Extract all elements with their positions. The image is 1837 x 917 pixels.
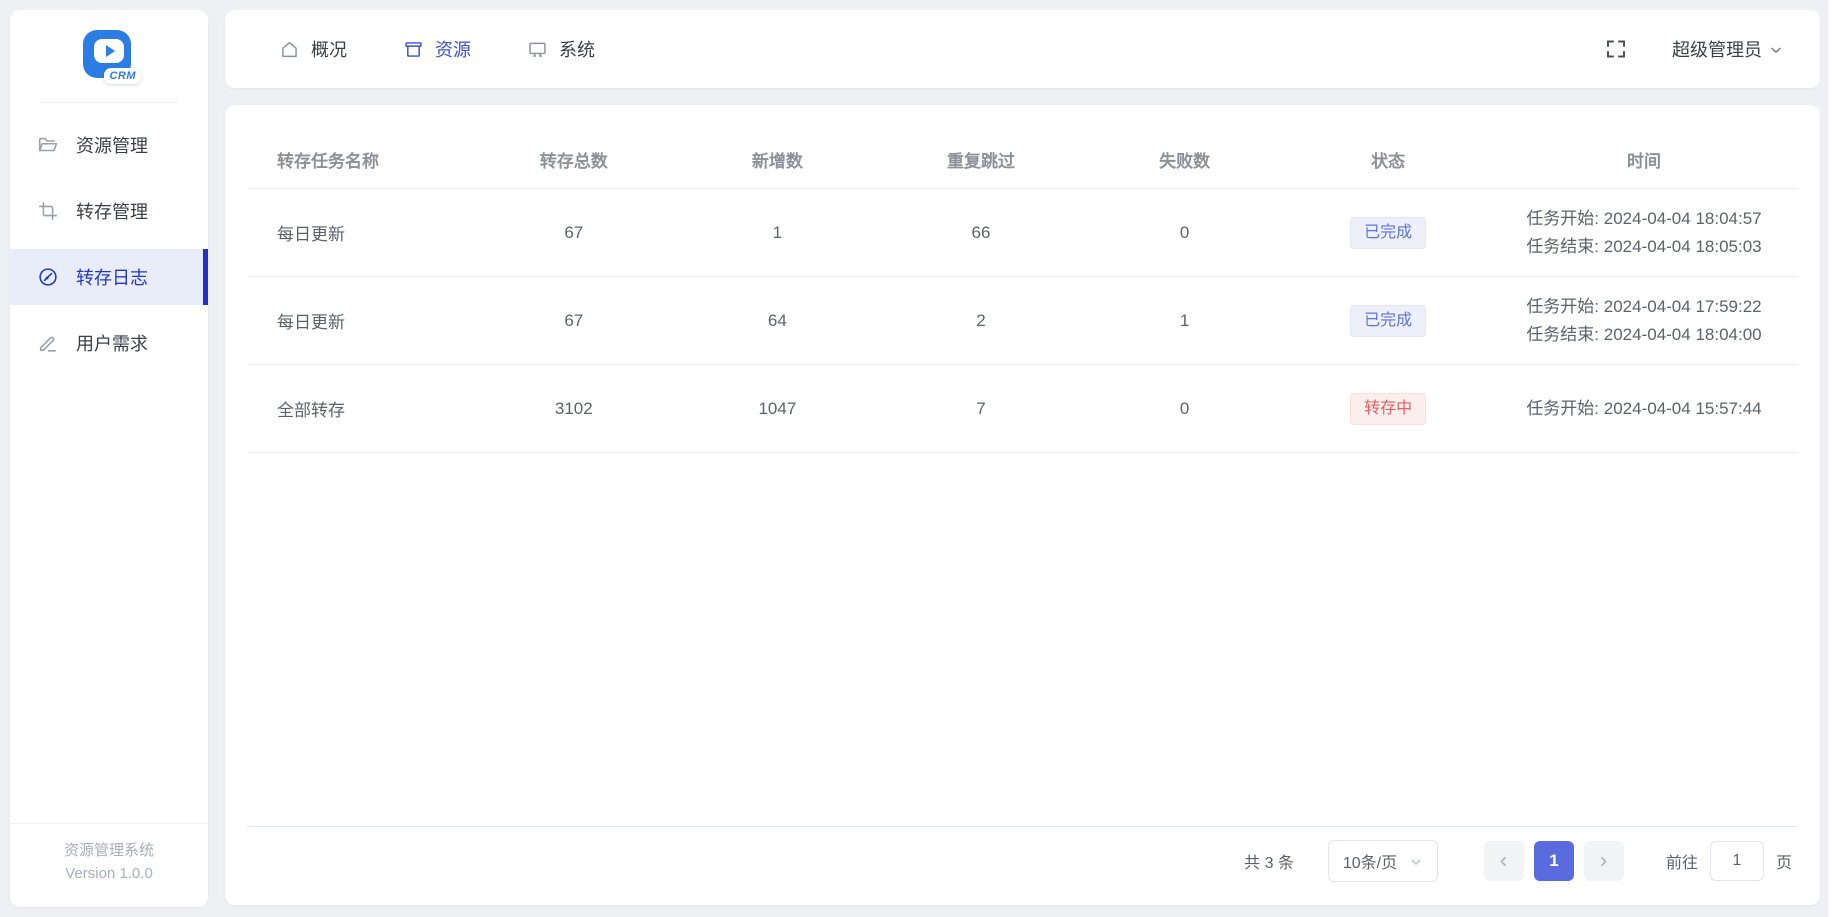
page-size-select[interactable]: 10条/页	[1327, 840, 1438, 882]
folder-icon	[37, 134, 59, 156]
tab-overview[interactable]: 概况	[279, 36, 347, 62]
time-start: 任务开始: 2024-04-04 17:59:22	[1526, 297, 1762, 317]
box-icon	[403, 39, 424, 60]
crop-icon	[37, 200, 59, 222]
cell-skipped: 66	[971, 222, 991, 242]
cell-status: 已完成	[1286, 304, 1490, 337]
cell-total: 67	[564, 310, 584, 330]
cell-time: 任务开始: 2024-04-04 18:04:57 任务结束: 2024-04-…	[1490, 205, 1798, 259]
cell-status: 转存中	[1286, 392, 1490, 425]
cell-task-name: 每日更新	[277, 225, 345, 244]
header-status: 状态	[1371, 152, 1406, 171]
time-start: 任务开始: 2024-04-04 15:57:44	[1526, 398, 1762, 418]
scrollbar-track[interactable]	[1828, 0, 1837, 917]
transfer-log-table: 转存任务名称 转存总数 新增数 重复跳过 失败数 状态 时间 每日更新 67 1…	[247, 117, 1798, 827]
pagination-bar: 共 3 条 10条/页 1 前往 页	[247, 827, 1798, 895]
sidebar-item-label: 转存管理	[76, 202, 148, 222]
app-name: 资源管理系统	[63, 841, 154, 859]
chevron-down-icon	[1768, 42, 1784, 58]
tab-resources[interactable]: 资源	[403, 36, 471, 62]
sidebar-item-label: 用户需求	[76, 334, 148, 354]
main-content: 转存任务名称 转存总数 新增数 重复跳过 失败数 状态 时间 每日更新 67 1…	[225, 105, 1820, 905]
logo-area: CRM	[10, 10, 208, 102]
cell-failed: 1	[1179, 310, 1190, 330]
top-header: 概况 资源 系统 超级管理员	[225, 10, 1820, 88]
status-badge: 已完成	[1350, 304, 1427, 337]
prev-page-button[interactable]	[1483, 841, 1524, 881]
cell-task-name: 全部转存	[277, 401, 345, 420]
next-page-button[interactable]	[1583, 841, 1624, 881]
table-row[interactable]: 每日更新 67 64 2 1 已完成 任务开始: 2024-04-04 17:5…	[247, 277, 1798, 365]
user-name: 超级管理员	[1672, 40, 1762, 60]
tab-label: 概况	[311, 40, 347, 60]
top-nav-tabs: 概况 资源 系统	[279, 36, 595, 62]
cell-skipped: 7	[976, 398, 986, 418]
cell-failed: 0	[1179, 398, 1190, 418]
tab-system[interactable]: 系统	[527, 36, 595, 62]
chevron-left-icon	[1496, 854, 1511, 869]
fullscreen-icon[interactable]	[1604, 37, 1628, 61]
goto-label: 前往	[1665, 855, 1698, 872]
tab-label: 系统	[559, 40, 595, 60]
page-size-value: 10条/页	[1342, 855, 1398, 872]
cell-task-name: 每日更新	[277, 313, 345, 332]
crm-logo[interactable]: CRM	[81, 30, 141, 84]
goto-page-input[interactable]	[1709, 841, 1764, 881]
sidebar-item-user-requirements[interactable]: 用户需求	[10, 315, 208, 371]
cell-added: 1	[772, 222, 783, 242]
table-header-row: 转存任务名称 转存总数 新增数 重复跳过 失败数 状态 时间	[247, 131, 1798, 189]
cell-skipped: 2	[976, 310, 986, 330]
header-added: 新增数	[751, 152, 803, 171]
goto-page-suffix: 页	[1775, 855, 1792, 872]
chevron-down-icon	[1409, 855, 1423, 869]
user-menu[interactable]: 超级管理员	[1672, 36, 1784, 62]
sidebar-menu: 资源管理 转存管理 转存日志 用户需求	[10, 103, 208, 823]
header-time: 时间	[1626, 152, 1661, 171]
sidebar-item-transfer-management[interactable]: 转存管理	[10, 183, 208, 239]
monitor-icon	[527, 39, 548, 60]
status-badge: 转存中	[1350, 392, 1427, 425]
chevron-right-icon	[1596, 854, 1611, 869]
sidebar-item-transfer-log[interactable]: 转存日志	[10, 249, 208, 305]
cell-failed: 0	[1179, 222, 1190, 242]
sidebar-item-resource-management[interactable]: 资源管理	[10, 117, 208, 173]
time-end: 任务结束: 2024-04-04 18:05:03	[1526, 236, 1762, 256]
time-end: 任务结束: 2024-04-04 18:04:00	[1526, 324, 1762, 344]
active-indicator-bar	[203, 249, 208, 305]
cell-added: 1047	[758, 398, 797, 418]
tab-label: 资源	[435, 40, 471, 60]
pencil-icon	[37, 332, 59, 354]
page-number-button[interactable]: 1	[1533, 841, 1574, 881]
compass-icon	[37, 266, 59, 288]
sidebar-footer: 资源管理系统 Version 1.0.0	[10, 822, 208, 908]
header-total: 转存总数	[539, 152, 608, 171]
header-failed: 失败数	[1159, 152, 1211, 171]
cell-total: 67	[564, 222, 584, 242]
table-row[interactable]: 每日更新 67 1 66 0 已完成 任务开始: 2024-04-04 18:0…	[247, 189, 1798, 277]
cell-time: 任务开始: 2024-04-04 17:59:22 任务结束: 2024-04-…	[1490, 293, 1798, 347]
logo-brand-label: CRM	[104, 68, 141, 84]
cell-status: 已完成	[1286, 216, 1490, 249]
sidebar-item-label: 转存日志	[76, 268, 148, 288]
sidebar: CRM 资源管理 转存管理 转存日志 用户需求 资源管理系统 Version 1…	[10, 10, 208, 907]
cell-time: 任务开始: 2024-04-04 15:57:44	[1490, 395, 1798, 422]
time-start: 任务开始: 2024-04-04 18:04:57	[1526, 209, 1762, 229]
status-badge: 已完成	[1350, 216, 1427, 249]
header-task-name: 转存任务名称	[277, 152, 379, 171]
logo-play-icon	[94, 39, 124, 63]
pagination-total: 共 3 条	[1244, 855, 1294, 872]
sidebar-item-label: 资源管理	[76, 136, 148, 156]
app-version: Version 1.0.0	[65, 864, 153, 882]
table-row[interactable]: 全部转存 3102 1047 7 0 转存中 任务开始: 2024-04-04 …	[247, 365, 1798, 453]
header-skipped: 重复跳过	[946, 152, 1015, 171]
cell-total: 3102	[554, 398, 593, 418]
home-icon	[279, 39, 300, 60]
cell-added: 64	[767, 310, 787, 330]
